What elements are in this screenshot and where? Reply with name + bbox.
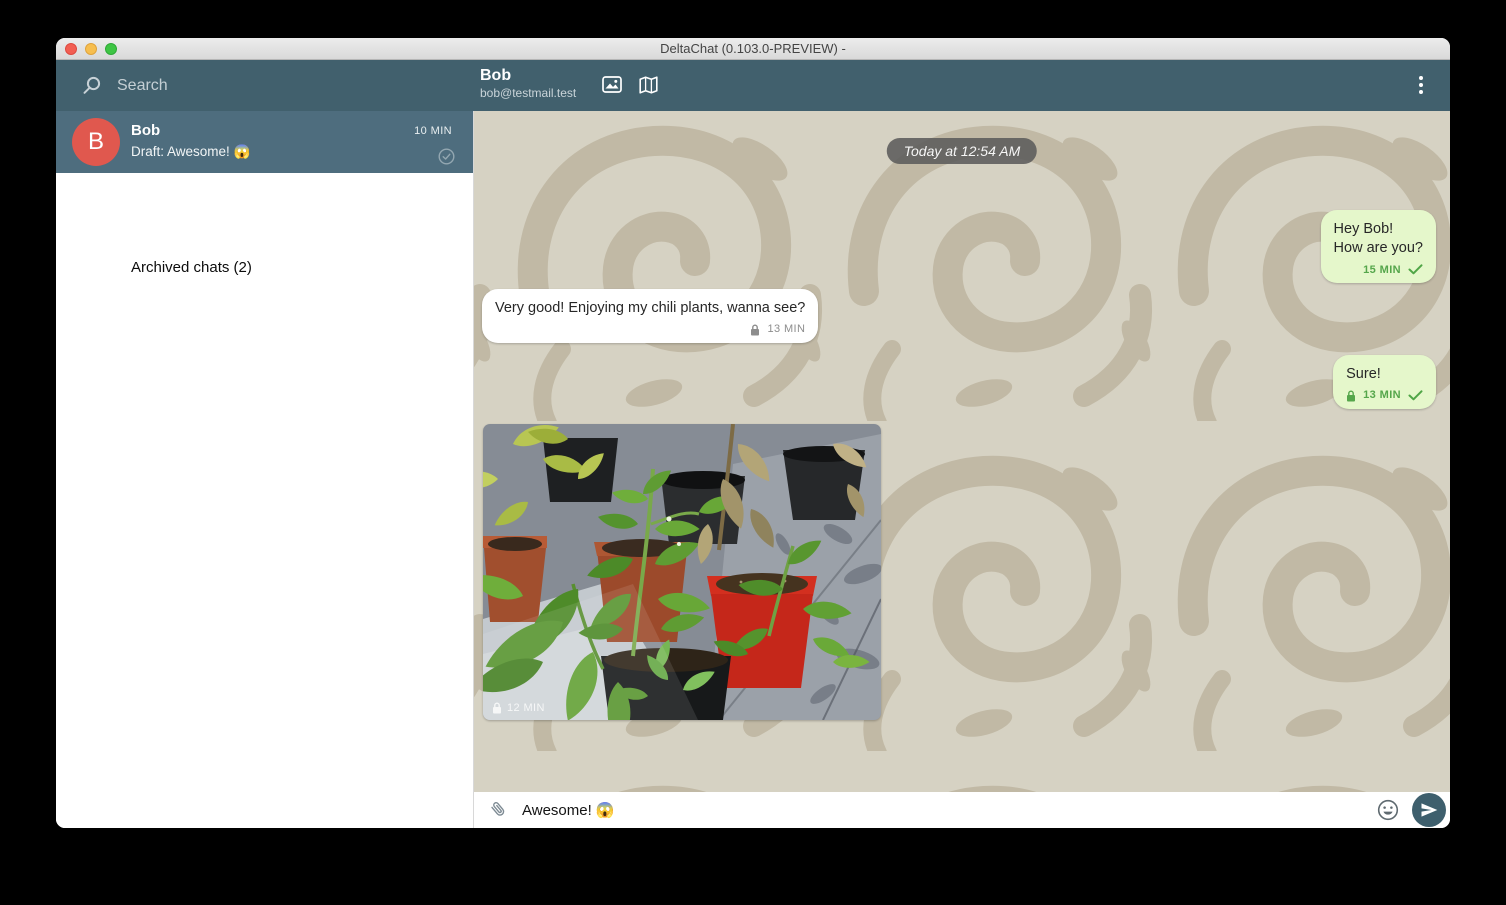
traffic-lights [65,43,117,55]
message-bubble-outgoing[interactable]: Sure! 13 MIN [1333,355,1436,409]
chat-item-time: 10 MIN [414,125,452,137]
app-header: Bob bob@testmail.test [56,60,1450,111]
delivery-status-icon [438,148,455,170]
message-text: Hey Bob! How are you? [1334,220,1423,259]
message-time: 13 MIN [767,322,805,337]
chat-list-item-bob[interactable]: B Bob Draft: Awesome! 😱 10 MIN [56,111,473,173]
message-text: Sure! [1346,365,1423,384]
avatar: B [72,118,120,166]
zoom-button[interactable] [105,43,117,55]
window-titlebar: DeltaChat (0.103.0-PREVIEW) - [56,38,1450,60]
composer [474,792,1450,828]
delivered-check-icon [1408,264,1423,275]
search-input[interactable] [117,77,367,95]
lock-icon [1346,390,1356,402]
chat-header: Bob bob@testmail.test [474,60,1450,111]
chat-header-name: Bob [480,66,576,86]
app-window: DeltaChat (0.103.0-PREVIEW) - Bob bob@te… [56,38,1450,828]
close-button[interactable] [65,43,77,55]
avatar-letter: B [88,128,104,156]
archived-chats-link[interactable]: Archived chats (2) [131,259,252,276]
message-time: 15 MIN [1363,263,1401,278]
image-message-meta: 12 MIN [492,702,545,714]
lock-icon [750,324,760,336]
chat-header-address: bob@testmail.test [480,86,576,101]
kebab-menu-icon[interactable] [1414,76,1428,94]
window-title: DeltaChat (0.103.0-PREVIEW) - [56,38,1450,59]
message-bubble-incoming[interactable]: Very good! Enjoying my chili plants, wan… [482,289,818,343]
send-button[interactable] [1412,793,1446,827]
message-time: 13 MIN [1363,388,1401,403]
lock-icon [492,702,502,714]
paperclip-icon[interactable] [488,800,508,820]
send-icon [1419,800,1439,820]
chat-item-name: Bob [131,122,160,139]
image-message[interactable]: 12 MIN [483,424,881,720]
chat-item-preview: Draft: Awesome! 😱 [131,144,250,160]
message-time: 12 MIN [507,702,545,714]
message-text: Very good! Enjoying my chili plants, wan… [495,299,805,318]
map-icon[interactable] [639,76,658,99]
chat-header-title: Bob bob@testmail.test [480,66,576,101]
chat-list-sidebar: B Bob Draft: Awesome! 😱 10 MIN Archived … [56,111,474,828]
gallery-icon[interactable] [602,76,622,98]
sidebar-header [56,60,474,111]
emoji-icon[interactable] [1376,798,1400,822]
message-list[interactable]: Today at 12:54 AM Hey Bob! How are you? … [474,111,1450,792]
minimize-button[interactable] [85,43,97,55]
delivered-check-icon [1408,390,1423,401]
date-divider: Today at 12:54 AM [887,138,1037,164]
search-icon [82,76,101,95]
message-bubble-outgoing[interactable]: Hey Bob! How are you? 15 MIN [1321,210,1436,283]
conversation-panel: Today at 12:54 AM Hey Bob! How are you? … [474,111,1450,828]
chili-plants-photo [483,424,881,720]
message-input[interactable] [522,802,1376,819]
